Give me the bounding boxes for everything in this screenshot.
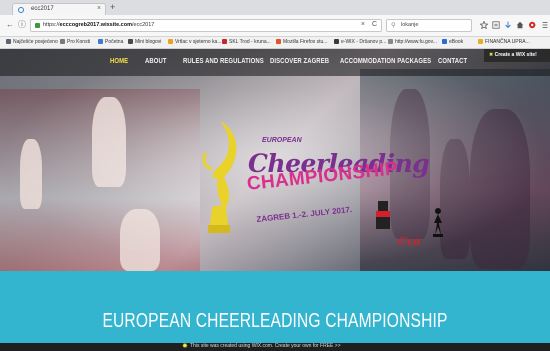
nav-home[interactable]: HOME [110, 58, 128, 65]
bookmark-item[interactable]: Najčešće posjećeno [6, 39, 58, 45]
cca-logo: Cca [398, 235, 421, 248]
bookmark-item[interactable]: FINANČNA UPRA... [478, 39, 530, 45]
menu-icon[interactable] [541, 21, 549, 29]
bookmark-item[interactable]: Vrtlac v sjeterno ka... [168, 39, 222, 45]
nav-rules-and-regulations[interactable]: RULES AND REGULATIONS [183, 58, 264, 65]
bookmark-favicon [98, 39, 103, 44]
tab-title: ecc2017 [31, 6, 54, 12]
nav-accommodation-packages[interactable]: ACCOMMODATION PACKAGES [340, 58, 431, 65]
bookmark-item[interactable]: SKL Trod - kruna... [222, 39, 271, 45]
tab-close-icon[interactable]: × [97, 5, 101, 12]
bookmark-item[interactable]: Početna [98, 39, 123, 45]
dancer-logo-icon [433, 208, 443, 237]
loading-icon [18, 7, 24, 13]
addon-icon[interactable] [528, 21, 536, 29]
reader-list-icon[interactable] [492, 21, 500, 29]
bookmark-item[interactable]: eBook [442, 39, 463, 45]
back-button[interactable]: ← [6, 21, 14, 29]
new-tab-button[interactable]: + [110, 3, 115, 12]
bookmark-favicon [128, 39, 133, 44]
bookmark-favicon [442, 39, 447, 44]
bookmark-favicon [478, 39, 483, 44]
reload-icon[interactable]: C [372, 21, 377, 28]
site-navigation: HOME ABOUT RULES AND REGULATIONS DISCOVE… [0, 49, 550, 76]
search-input[interactable]: lokanje [401, 22, 418, 28]
bookmark-item[interactable]: Mini blogovi [128, 39, 161, 45]
download-icon[interactable] [504, 21, 512, 29]
bookmark-star-icon[interactable] [479, 20, 489, 30]
lock-icon [35, 23, 40, 28]
bookmark-item[interactable]: http://www.fu.gov... [388, 39, 437, 45]
wix-ad-footer[interactable]: ✸ This site was created using WIX.com. C… [0, 343, 550, 351]
hero-image: EUROPEAN Cheerleading CHAMPIONSHIP ZAGRE… [0, 49, 550, 271]
nav-discover-zagreb[interactable]: DISCOVER ZAGREB [270, 58, 329, 65]
bookmark-favicon [388, 39, 393, 44]
nav-about[interactable]: ABOUT [145, 58, 167, 65]
wix-mark-icon: ✖ [489, 52, 494, 58]
navigation-toolbar: ← ⓘ https://ecccogreb2017.wixsite.com/ec… [0, 15, 550, 37]
address-text: https://ecccogreb2017.wixsite.com/ecc201… [43, 22, 155, 28]
browser-tab-bar: ecc2017 × + [0, 0, 550, 15]
page-title: EUROPEAN CHEERLEADING CHAMPIONSHIP [102, 310, 448, 332]
title-banner: EUROPEAN CHEERLEADING CHAMPIONSHIP [0, 271, 550, 351]
bookmark-favicon [222, 39, 227, 44]
clear-address-icon[interactable]: × [361, 21, 365, 28]
logo-european-text: EUROPEAN [262, 137, 302, 144]
wix-star-icon: ✸ [182, 343, 188, 350]
bookmark-favicon [60, 39, 65, 44]
bookmark-favicon [168, 39, 173, 44]
trophy-icon [202, 121, 237, 233]
bookmark-favicon [6, 39, 11, 44]
home-icon[interactable] [516, 21, 524, 29]
bookmarks-toolbar: Najčešće posjećeno Pro Konsti Početna Mi… [0, 37, 550, 49]
search-bar[interactable]: ⚲ lokanje [386, 19, 472, 32]
wix-badge-label: Create a WIX site! [494, 52, 537, 58]
bookmark-favicon [334, 39, 339, 44]
website-page: EUROPEAN Cheerleading CHAMPIONSHIP ZAGRE… [0, 49, 550, 351]
site-info-icon[interactable]: ⓘ [18, 21, 26, 29]
bookmark-item[interactable]: Mozilla Firefox stu... [276, 39, 327, 45]
search-icon: ⚲ [391, 22, 396, 29]
nav-contact[interactable]: CONTACT [438, 58, 467, 65]
browser-tab[interactable]: ecc2017 × [12, 3, 106, 15]
wix-ad-text: This site was created using WIX.com. Cre… [190, 343, 341, 349]
bookmark-favicon [276, 39, 281, 44]
bookmark-item[interactable]: Pro Konsti [60, 39, 90, 45]
sponsor-logo-icon [376, 201, 390, 229]
address-bar[interactable]: https://ecccogreb2017.wixsite.com/ecc201… [30, 19, 382, 32]
bookmark-item[interactable]: e-WIX - Dršanov p... [334, 39, 386, 45]
create-wix-site-button[interactable]: ✖ Create a WIX site! [484, 49, 550, 62]
